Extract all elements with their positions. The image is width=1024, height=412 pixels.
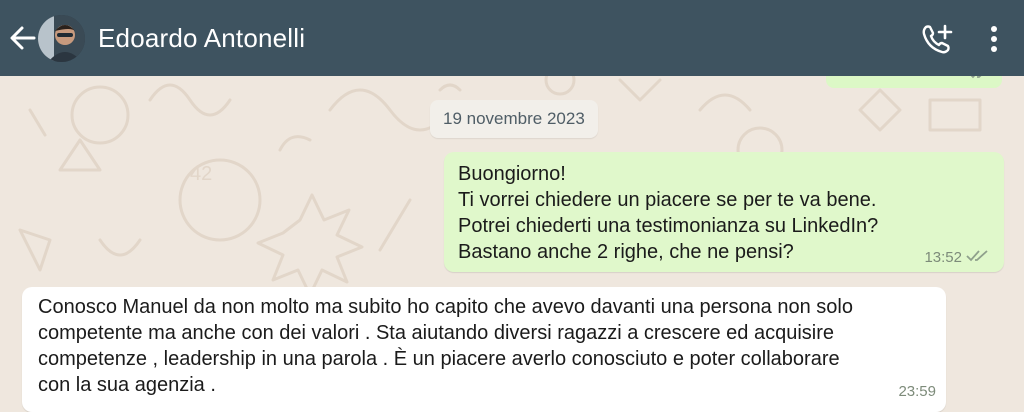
message-line: Potrei chiederti una testimonianza su Li…	[458, 215, 879, 237]
contact-name[interactable]: Edoardo Antonelli	[98, 23, 305, 54]
svg-text:42: 42	[190, 163, 212, 185]
message-time: 23:59	[898, 383, 936, 400]
message-line: competente ma anche con dei valori . Sta…	[38, 322, 834, 344]
arrow-left-icon[interactable]	[8, 24, 38, 52]
message-line: Ti vorrei chiedere un piacere se per te …	[458, 189, 877, 211]
outgoing-message-bubble[interactable]: Buongiorno! Ti vorrei chiedere un piacer…	[444, 152, 1004, 272]
message-line: competenze , leadership in una parola . …	[38, 348, 840, 370]
message-line: Bastano anche 2 righe, che ne pensi?	[458, 241, 794, 263]
double-check-icon	[966, 250, 988, 262]
more-vertical-icon[interactable]	[982, 24, 1006, 54]
message-line: Conosco Manuel da non molto ma subito ho…	[38, 296, 853, 318]
incoming-message-bubble[interactable]: Conosco Manuel da non molto ma subito ho…	[22, 287, 946, 412]
avatar-photo	[38, 15, 85, 62]
add-call-icon[interactable]	[920, 22, 954, 54]
chat-header: Edoardo Antonelli	[0, 0, 1024, 76]
message-time: 13:52	[924, 249, 962, 266]
message-line: con la sua agenzia .	[38, 374, 216, 396]
message-line: Buongiorno!	[458, 163, 566, 185]
date-separator: 19 novembre 2023	[430, 100, 598, 138]
avatar[interactable]	[38, 15, 85, 62]
